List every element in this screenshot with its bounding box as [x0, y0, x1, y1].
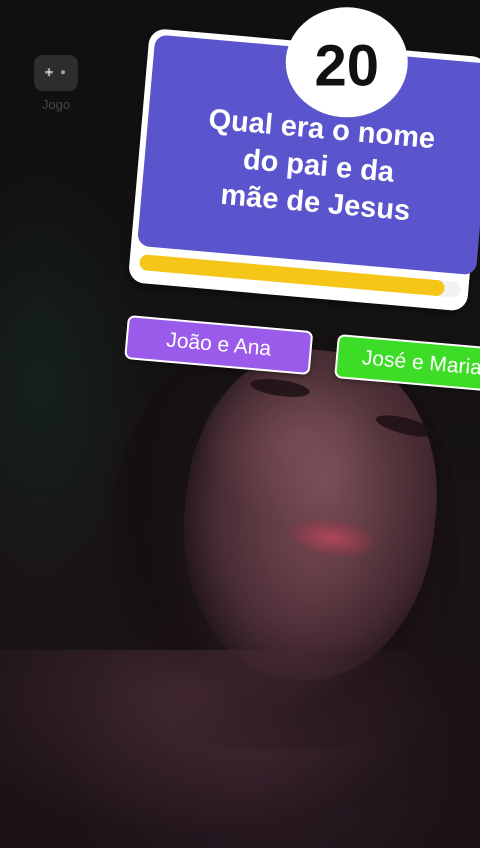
game-effect-chip[interactable]: Jogo [33, 55, 79, 117]
game-chip-label: Jogo [41, 97, 71, 112]
timer-badge: 20 [285, 7, 408, 118]
camera-view: Jogo Qual era o nome do pai e da mãe de … [0, 0, 480, 848]
timer-countdown: 20 [314, 33, 380, 99]
gamepad-icon [34, 55, 78, 91]
question-card: Qual era o nome do pai e da mãe de Jesus… [127, 7, 480, 319]
person-shoulder [0, 650, 480, 848]
